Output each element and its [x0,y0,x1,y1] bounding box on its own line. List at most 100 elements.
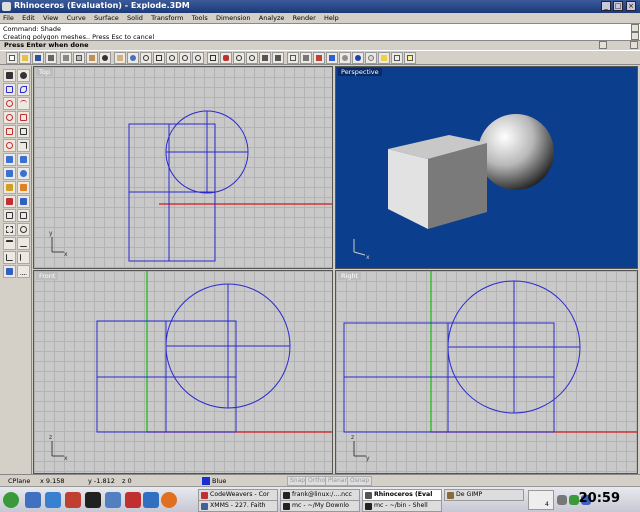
ghosted-button[interactable] [246,52,258,64]
zoom-extents-button[interactable] [166,52,178,64]
cplane-label[interactable]: CPlane [8,476,30,486]
scroll-left-icon[interactable] [599,41,607,49]
konqueror-icon[interactable] [45,492,61,508]
menu-analyze[interactable]: Analyze [256,13,288,23]
arc-tool[interactable] [17,97,30,110]
menu-curve[interactable]: Curve [64,13,89,23]
shade-button[interactable] [339,52,351,64]
open-file-button[interactable] [19,52,31,64]
volume-icon[interactable] [557,495,567,505]
loft-tool[interactable] [17,153,30,166]
circle-tool[interactable] [3,97,16,110]
skype-icon[interactable] [125,492,141,508]
analyze-tool[interactable] [17,251,30,264]
help-book-icon[interactable] [105,492,121,508]
home-icon[interactable] [25,492,41,508]
viewport-top[interactable]: x y Top [33,66,333,269]
offset-tool[interactable] [17,139,30,152]
viewport-right[interactable]: y z Right [335,270,638,474]
layer-button[interactable] [313,52,325,64]
new-file-button[interactable] [6,52,18,64]
save-button[interactable] [32,52,44,64]
task-mc-downloads[interactable]: mc - ~/My Downlo [280,500,360,512]
rotate-view-button[interactable] [127,52,139,64]
maximize-button[interactable]: □ [613,1,623,11]
ellipse-tool[interactable] [3,111,16,124]
zoom-button[interactable] [140,52,152,64]
minimize-button[interactable]: _ [601,1,611,11]
pan-button[interactable] [114,52,126,64]
viewport-front[interactable]: x z Front [33,270,333,474]
menu-dimension[interactable]: Dimension [213,13,254,23]
select-tool[interactable] [3,69,16,82]
rectangle-tool[interactable] [17,111,30,124]
light-button[interactable] [378,52,390,64]
menu-tools[interactable]: Tools [189,13,211,23]
curve-tool[interactable] [17,83,30,96]
show-all-button[interactable] [259,52,271,64]
layer-color-swatch[interactable] [202,477,210,485]
tools-icon[interactable] [143,492,159,508]
layer-panel-tool[interactable] [3,265,16,278]
polyline-tool[interactable] [3,83,16,96]
zoom-window-button[interactable] [153,52,165,64]
task-gimp[interactable]: De GIMP [444,489,524,501]
undo-button[interactable] [99,52,111,64]
help-button[interactable] [404,52,416,64]
history-scroll-down-button[interactable] [631,32,639,40]
command-prompt[interactable]: Press Enter when done [0,40,640,49]
paste-button[interactable] [86,52,98,64]
mail-icon[interactable] [65,492,81,508]
menu-transform[interactable]: Transform [148,13,186,23]
scale-tool[interactable] [3,223,16,236]
kde-menu-icon[interactable] [3,492,19,508]
task-mc-bin[interactable]: mc - ~/bin - Shell [362,500,442,512]
sphere-tool[interactable] [17,167,30,180]
current-layer[interactable]: Blue [212,476,226,486]
array-tool[interactable] [3,209,16,222]
polygon-tool[interactable] [3,125,16,138]
task-xmms[interactable]: XMMS - 227. Faith [198,500,278,512]
render-preview-button[interactable] [352,52,364,64]
select-button[interactable] [287,52,299,64]
osnap-toggle[interactable]: Osnap [347,476,373,486]
point-tool[interactable] [17,69,30,82]
rotate-tool[interactable] [17,223,30,236]
history-scroll-up-button[interactable] [631,24,639,32]
menu-view[interactable]: View [40,13,61,23]
dimension-tool[interactable] [17,237,30,250]
properties-button[interactable] [326,52,338,64]
cut-button[interactable] [60,52,72,64]
surface-tool[interactable] [3,153,16,166]
freeform-tool[interactable] [17,125,30,138]
material-button[interactable] [365,52,377,64]
ortho-tool[interactable] [3,251,16,264]
menu-edit[interactable]: Edit [19,13,38,23]
text-tool[interactable] [3,237,16,250]
render-button[interactable] [220,52,232,64]
menu-help[interactable]: Help [321,13,342,23]
split-tool[interactable] [17,195,30,208]
menu-file[interactable]: File [0,13,17,23]
mesh-tool[interactable] [3,181,16,194]
copy-button[interactable] [73,52,85,64]
zoom-selected-button[interactable] [179,52,191,64]
move-tool[interactable] [17,209,30,222]
box-tool[interactable] [3,167,16,180]
rhino-app-icon[interactable] [2,2,11,11]
explode-tool[interactable] [17,181,30,194]
terminal-icon[interactable] [85,492,101,508]
menu-solid[interactable]: Solid [124,13,146,23]
menu-render[interactable]: Render [290,13,319,23]
clock[interactable]: 20:59 [579,491,620,506]
four-view-button[interactable] [207,52,219,64]
viewport-title-perspective[interactable]: Perspective [338,68,382,76]
scroll-right-icon[interactable] [630,41,638,49]
menu-surface[interactable]: Surface [91,13,122,23]
viewport-title-front[interactable]: Front [36,272,59,280]
wireframe-button[interactable] [233,52,245,64]
print-button[interactable] [45,52,57,64]
lock-button[interactable] [300,52,312,64]
network-icon[interactable] [569,495,579,505]
hide-button[interactable] [272,52,284,64]
